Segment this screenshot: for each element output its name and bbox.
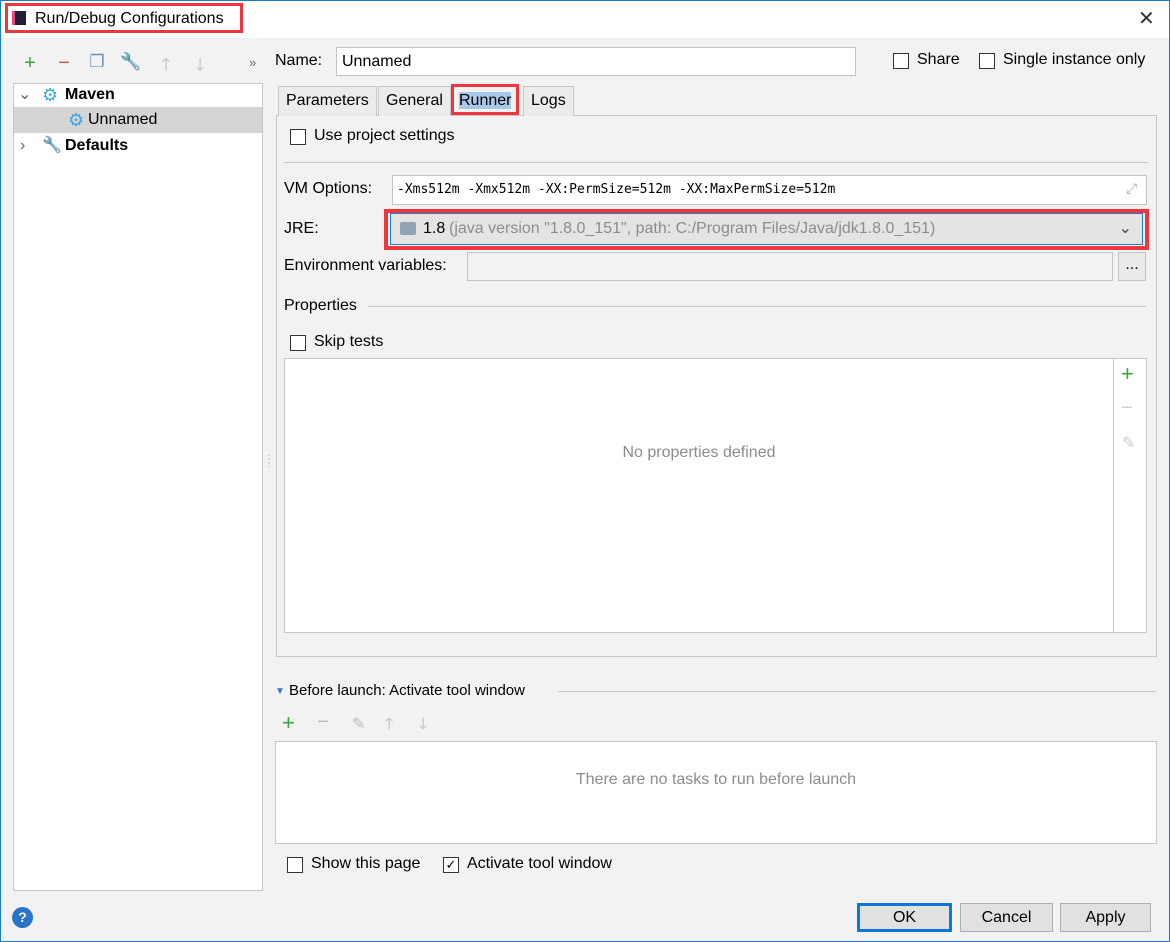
ok-button[interactable]: OK — [857, 903, 952, 932]
before-launch-label: Before launch: Activate tool window — [289, 682, 525, 699]
divider — [284, 162, 1148, 163]
arrow-down-icon[interactable]: 🡓 — [189, 52, 211, 81]
jre-label: JRE: — [284, 220, 319, 237]
folder-icon — [400, 222, 416, 235]
chevron-down-icon[interactable]: ⌄ — [18, 82, 31, 108]
show-page-checkbox[interactable] — [287, 857, 303, 873]
tab-general[interactable]: General — [378, 86, 451, 116]
window-title: Run/Debug Configurations — [35, 10, 224, 27]
tab-parameters[interactable]: Parameters — [278, 86, 377, 116]
edit-property-icon[interactable]: ✎ — [1122, 433, 1135, 453]
vm-options-input[interactable]: -Xms512m -Xmx512m -XX:PermSize=512m -XX:… — [392, 175, 1147, 205]
tab-logs[interactable]: Logs — [523, 86, 574, 116]
env-input[interactable] — [467, 252, 1113, 281]
move-down-icon[interactable]: 🡓 — [419, 713, 427, 740]
tab-label: Runner — [459, 92, 512, 109]
activate-tool-window-checkbox[interactable]: ✓ — [443, 857, 459, 873]
plus-icon[interactable]: + — [19, 52, 41, 75]
gear-icon: ⚙ — [68, 110, 85, 130]
share-checkbox[interactable] — [893, 53, 909, 69]
minus-icon[interactable]: − — [53, 52, 75, 75]
env-label: Environment variables: — [284, 257, 447, 274]
add-task-icon[interactable]: + — [282, 710, 295, 736]
remove-task-icon[interactable]: − — [317, 711, 329, 734]
properties-table[interactable]: No properties defined + − ✎ — [284, 358, 1147, 633]
jre-dropdown[interactable]: 1.8 (java version "1.8.0_151", path: C:/… — [390, 213, 1143, 245]
tab-runner[interactable]: Runner — [451, 84, 520, 115]
move-up-icon[interactable]: 🡑 — [385, 713, 393, 740]
chevron-right-icon[interactable]: › — [20, 133, 25, 159]
env-browse-button[interactable]: ... — [1118, 252, 1146, 281]
jre-detail: (java version "1.8.0_151", path: C:/Prog… — [449, 220, 936, 237]
name-label: Name: — [275, 52, 323, 69]
use-project-settings-label: Use project settings — [314, 127, 455, 144]
splitter-handle[interactable]: ⋮ ⋮ — [264, 455, 274, 469]
tree-item-label: Defaults — [65, 137, 129, 154]
single-instance-label: Single instance only — [1003, 51, 1146, 68]
wrench-icon[interactable]: 🔧 — [120, 52, 142, 72]
copy-icon[interactable]: ❐ — [86, 52, 108, 72]
apply-button[interactable]: Apply — [1060, 903, 1151, 932]
name-input[interactable] — [336, 47, 856, 76]
intellij-icon — [12, 11, 26, 25]
skip-tests-label: Skip tests — [314, 333, 384, 350]
use-project-settings-checkbox[interactable] — [290, 129, 306, 145]
vm-options-label: VM Options: — [284, 180, 373, 197]
expand-icon[interactable]: ⤢ — [1126, 180, 1137, 197]
maven-gear-icon: ⚙ — [42, 85, 59, 105]
more-icon[interactable]: » — [249, 55, 256, 70]
vm-options-value: -Xms512m -Xmx512m -XX:PermSize=512m -XX:… — [397, 182, 836, 197]
arrow-up-icon[interactable]: 🡑 — [155, 52, 177, 81]
tree-item-label: Maven — [65, 86, 115, 103]
activate-tool-window-label: Activate tool window — [467, 855, 612, 872]
config-tree: ⌄ ⚙ Maven ⚙ Unnamed › 🔧 Defaults — [13, 83, 263, 891]
tree-item-label: Unnamed — [88, 111, 158, 128]
add-property-icon[interactable]: + — [1121, 361, 1134, 387]
tasks-list[interactable]: There are no tasks to run before launch — [275, 741, 1157, 844]
tree-item-maven[interactable]: ⌄ ⚙ Maven — [14, 82, 262, 108]
jre-version: 1.8 — [423, 220, 446, 237]
divider — [558, 691, 1156, 692]
tree-item-unnamed[interactable]: ⚙ Unnamed — [14, 107, 262, 133]
chevron-down-icon: ⌄ — [1118, 220, 1132, 237]
remove-property-icon[interactable]: − — [1121, 397, 1133, 420]
close-icon[interactable]: ✕ — [1138, 6, 1155, 31]
tasks-empty-text: There are no tasks to run before launch — [575, 771, 857, 788]
single-instance-checkbox[interactable] — [979, 53, 995, 69]
collapse-triangle-icon[interactable]: ▼ — [275, 686, 285, 697]
properties-label: Properties — [284, 297, 357, 314]
tree-item-defaults[interactable]: › 🔧 Defaults — [14, 133, 262, 159]
help-icon[interactable]: ? — [12, 907, 33, 928]
wrench-icon: 🔧 — [42, 137, 62, 154]
cancel-button[interactable]: Cancel — [960, 903, 1053, 932]
share-label: Share — [917, 51, 960, 68]
properties-empty-text: No properties defined — [622, 444, 776, 461]
divider — [368, 306, 1146, 307]
skip-tests-checkbox[interactable] — [290, 335, 306, 351]
show-page-label: Show this page — [311, 855, 421, 872]
edit-task-icon[interactable]: ✎ — [352, 714, 365, 734]
